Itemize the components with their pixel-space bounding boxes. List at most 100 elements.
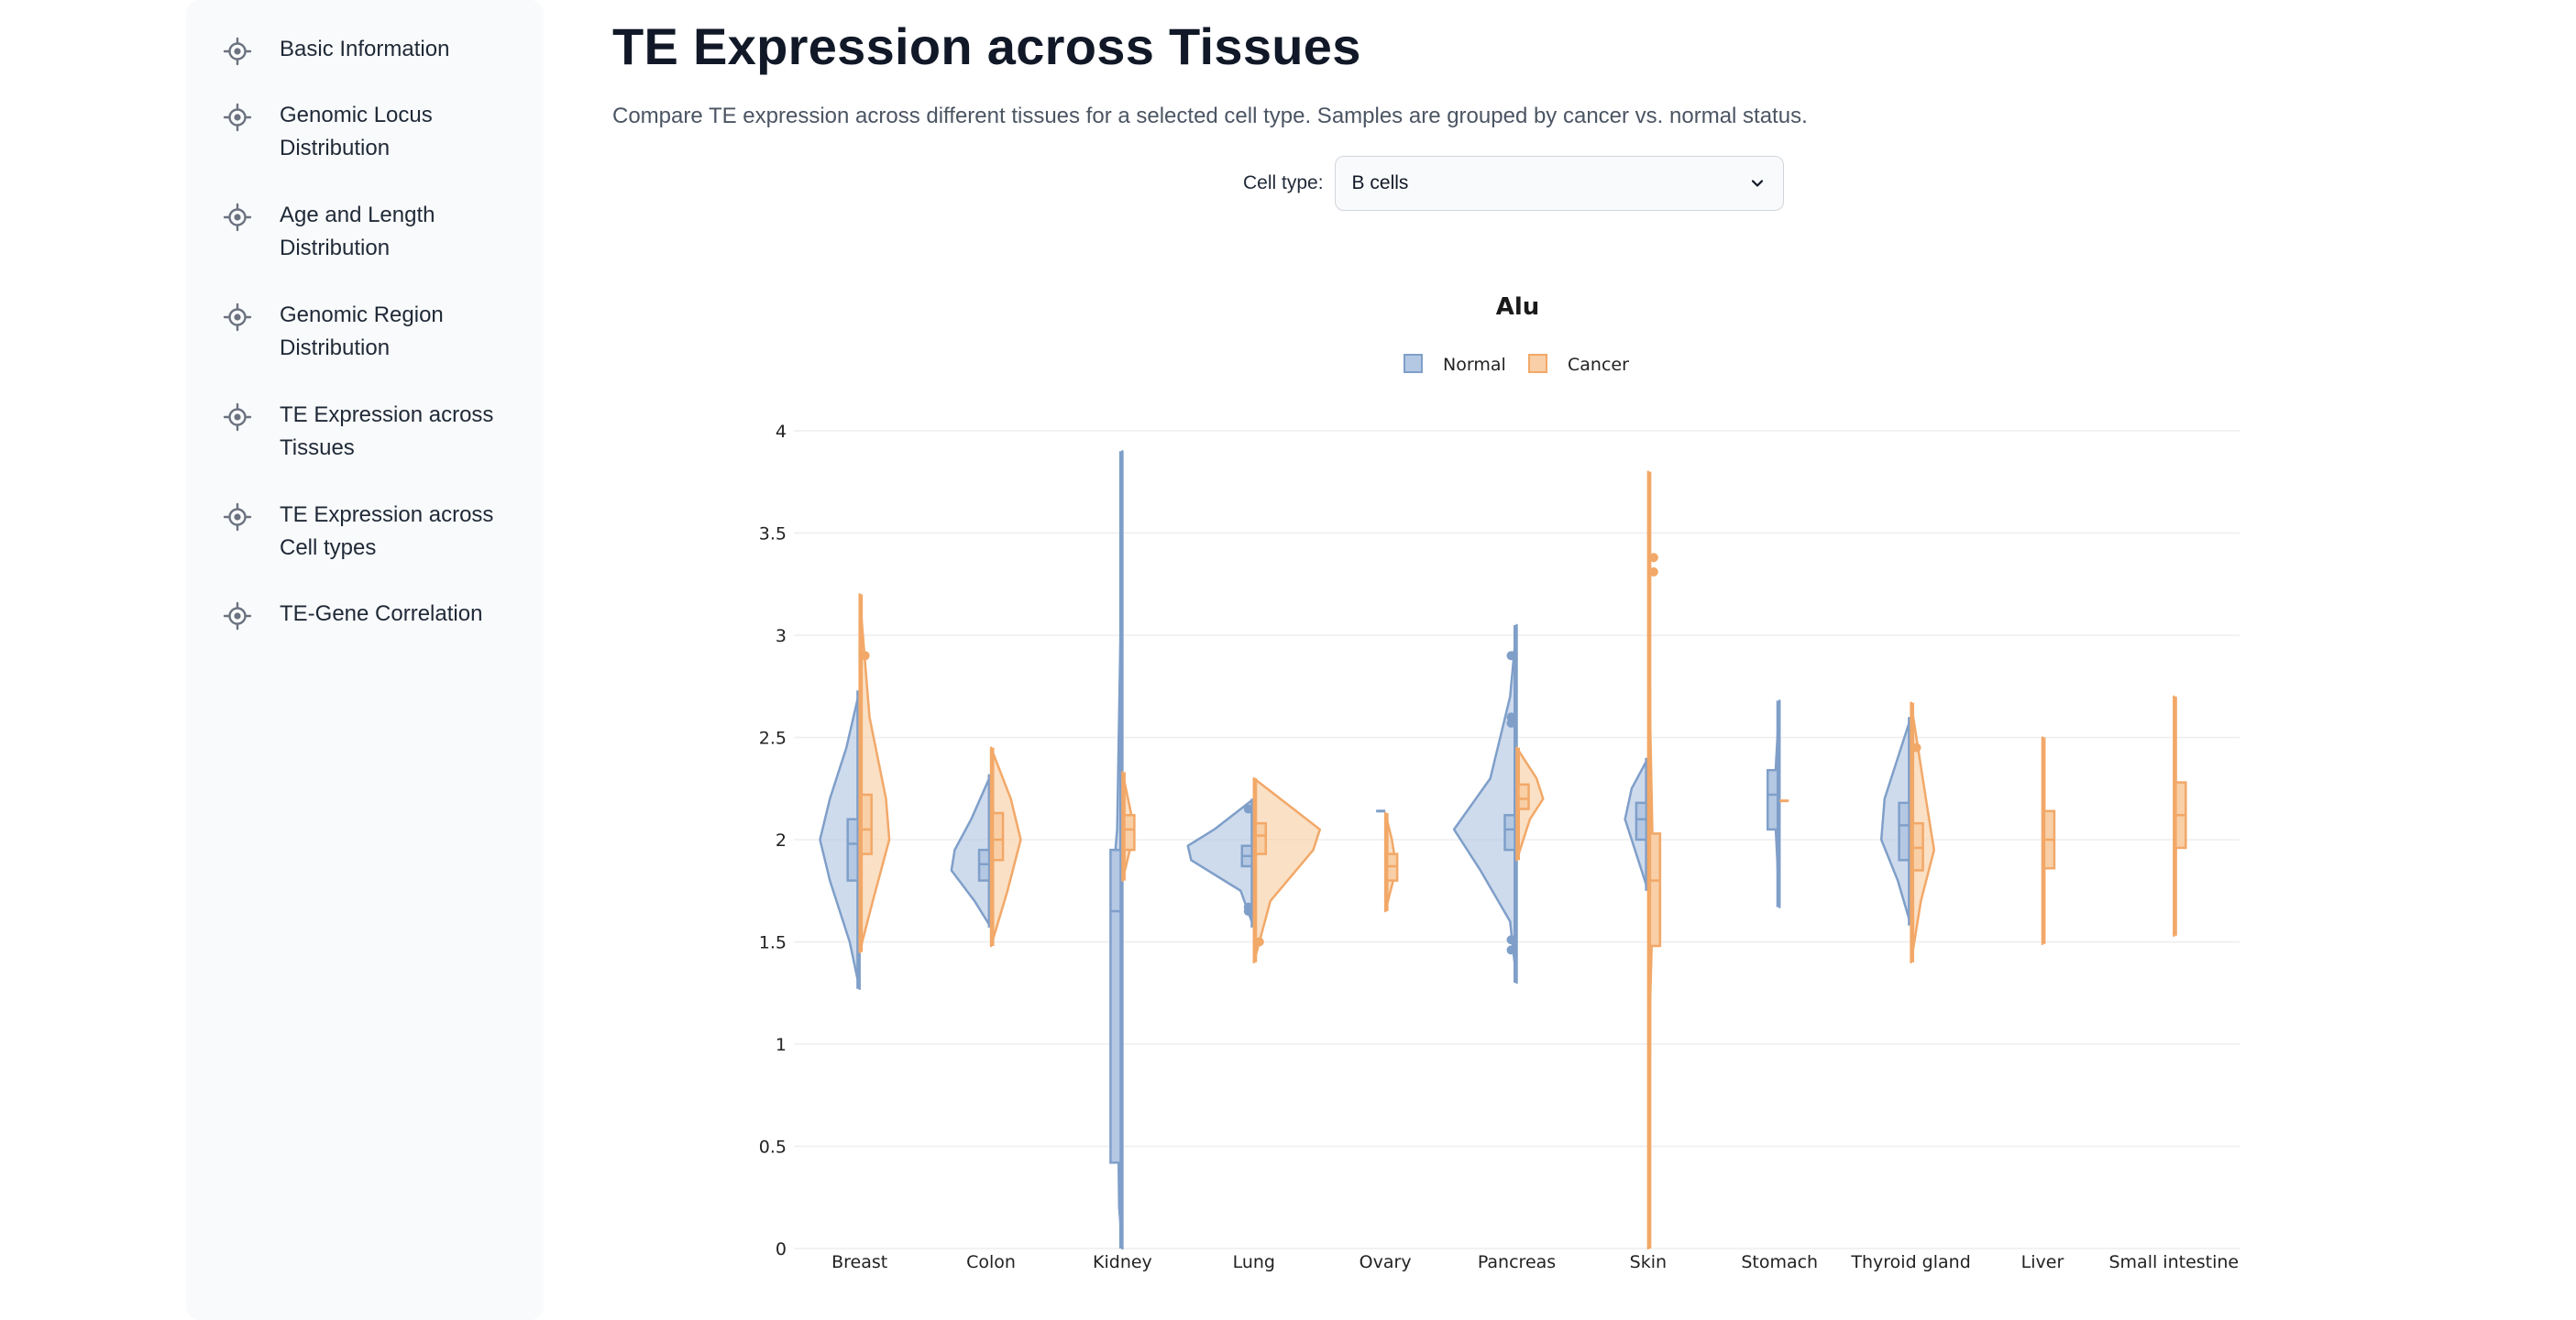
violin-normal xyxy=(1452,623,1518,984)
outlier-point xyxy=(1506,935,1516,945)
x-tick-label: Ovary xyxy=(1360,1252,1412,1272)
outlier-point xyxy=(1911,742,1921,753)
sidebar-item-te-gene-correlation[interactable]: TE-Gene Correlation xyxy=(223,598,525,631)
violin-cancer xyxy=(1515,746,1545,862)
legend-item: Normal xyxy=(1404,354,1506,375)
violin-body xyxy=(989,746,1022,948)
violin-normal xyxy=(1624,756,1650,892)
x-tick-label: Colon xyxy=(966,1252,1016,1272)
cell-type-filter: Cell type: B cells xyxy=(1243,156,1784,211)
violin-box xyxy=(2174,781,2187,850)
outlier-point xyxy=(1243,907,1253,917)
y-tick-label: 1.5 xyxy=(759,933,787,953)
outlier-point xyxy=(1648,553,1658,563)
outlier-point xyxy=(1506,712,1516,722)
violin-body xyxy=(950,773,993,930)
violin-box xyxy=(977,848,991,882)
violin-cancer xyxy=(2173,695,2187,938)
violin-body xyxy=(1252,776,1322,964)
violin-body xyxy=(1383,811,1397,913)
target-icon xyxy=(223,302,252,332)
x-tick-label: Breast xyxy=(831,1252,887,1272)
violin-body xyxy=(1646,470,1655,1250)
x-tick-label: Thyroid gland xyxy=(1850,1252,1970,1272)
y-tick-label: 0 xyxy=(776,1239,787,1260)
violin-normal xyxy=(1879,715,1912,927)
violin-box xyxy=(1109,848,1122,1164)
violin-cancer xyxy=(1383,811,1399,913)
outlier-point xyxy=(1648,566,1658,577)
sidebar-item-genomic-region-distribution[interactable]: Genomic Region Distribution xyxy=(223,299,525,365)
x-tick-label: Kidney xyxy=(1093,1252,1152,1272)
violin-cancer xyxy=(858,593,891,953)
violin-box xyxy=(1385,852,1399,882)
sidebar-item-label: Genomic Locus Distribution xyxy=(280,103,433,160)
x-tick-label: Lung xyxy=(1233,1252,1275,1272)
sidebar-item-basic-information[interactable]: Basic Information xyxy=(223,33,525,66)
violin-body xyxy=(2041,736,2046,945)
y-tick-label: 2.5 xyxy=(759,729,787,749)
violin-body xyxy=(1910,701,1936,964)
outlier-point xyxy=(1506,718,1516,728)
page-description: Compare TE expression across different t… xyxy=(612,104,1808,128)
violin-body xyxy=(1121,771,1134,882)
legend-item: Cancer xyxy=(1528,354,1629,375)
violin-normal xyxy=(1766,699,1781,908)
sidebar-item-age-and-length-distribution[interactable]: Age and Length Distribution xyxy=(223,199,525,265)
violin-cancer xyxy=(1121,771,1136,882)
sidebar-item-label: TE Expression across Cell types xyxy=(280,502,494,560)
cell-type-selected-value: B cells xyxy=(1351,172,1409,193)
violin-normal xyxy=(819,688,861,991)
sidebar-item-label: Basic Information xyxy=(280,37,450,61)
outlier-point xyxy=(860,651,870,661)
y-tick-label: 3 xyxy=(776,626,787,646)
sidebar-item-te-expression-across-cell-types[interactable]: TE Expression across Cell types xyxy=(223,499,525,565)
x-tick-label: Liver xyxy=(2021,1252,2064,1272)
target-icon xyxy=(223,601,252,631)
y-tick-label: 3.5 xyxy=(759,524,787,544)
violin-body xyxy=(2173,695,2178,938)
legend-label: Normal xyxy=(1443,355,1506,375)
x-tick-label: Small intestine xyxy=(2108,1252,2239,1272)
outlier-point xyxy=(1243,804,1253,814)
cell-type-label: Cell type: xyxy=(1243,172,1324,193)
page-title: TE Expression across Tissues xyxy=(612,17,1361,75)
chart-title: Alu xyxy=(1496,293,1540,321)
violin-normal xyxy=(950,773,993,930)
violin-body xyxy=(1113,450,1124,1250)
y-tick-label: 4 xyxy=(776,422,787,442)
violin-body xyxy=(858,593,891,953)
violin-box xyxy=(1517,783,1530,810)
violin-box xyxy=(991,811,1005,862)
y-tick-label: 0.5 xyxy=(759,1138,787,1158)
y-tick-label: 2 xyxy=(776,830,787,851)
violin-box xyxy=(860,793,873,855)
outlier-point xyxy=(1506,651,1516,661)
sidebar: Basic Information Genomic Locus Distribut… xyxy=(186,0,544,1320)
cell-type-select[interactable]: B cells xyxy=(1334,156,1784,211)
legend-swatch xyxy=(1404,354,1423,373)
violin-body xyxy=(1186,798,1256,930)
violin-box xyxy=(1503,813,1516,852)
chevron-down-icon xyxy=(1751,180,1763,187)
violin-cancer xyxy=(1910,701,1936,964)
target-icon xyxy=(223,402,252,432)
sidebar-item-label: Age and Length Distribution xyxy=(280,203,435,260)
sidebar-item-te-expression-across-tissues[interactable]: TE Expression across Tissues xyxy=(223,399,525,465)
x-tick-label: Stomach xyxy=(1741,1252,1818,1272)
target-icon xyxy=(223,502,252,532)
target-icon xyxy=(223,103,252,132)
outlier-point xyxy=(1506,945,1516,955)
sidebar-item-label: Genomic Region Distribution xyxy=(280,302,444,360)
violin-box xyxy=(1766,768,1779,831)
target-icon xyxy=(223,203,252,232)
violin-box xyxy=(1898,801,1910,862)
y-tick-label: 1 xyxy=(776,1035,787,1055)
violin-body xyxy=(1624,756,1650,892)
violin-body xyxy=(1773,699,1781,908)
violin-box xyxy=(1240,844,1254,868)
sidebar-item-genomic-locus-distribution[interactable]: Genomic Locus Distribution xyxy=(223,99,525,165)
violin-cancer xyxy=(1646,470,1662,1250)
violin-box xyxy=(1123,813,1136,852)
violin-cancer xyxy=(989,746,1022,948)
